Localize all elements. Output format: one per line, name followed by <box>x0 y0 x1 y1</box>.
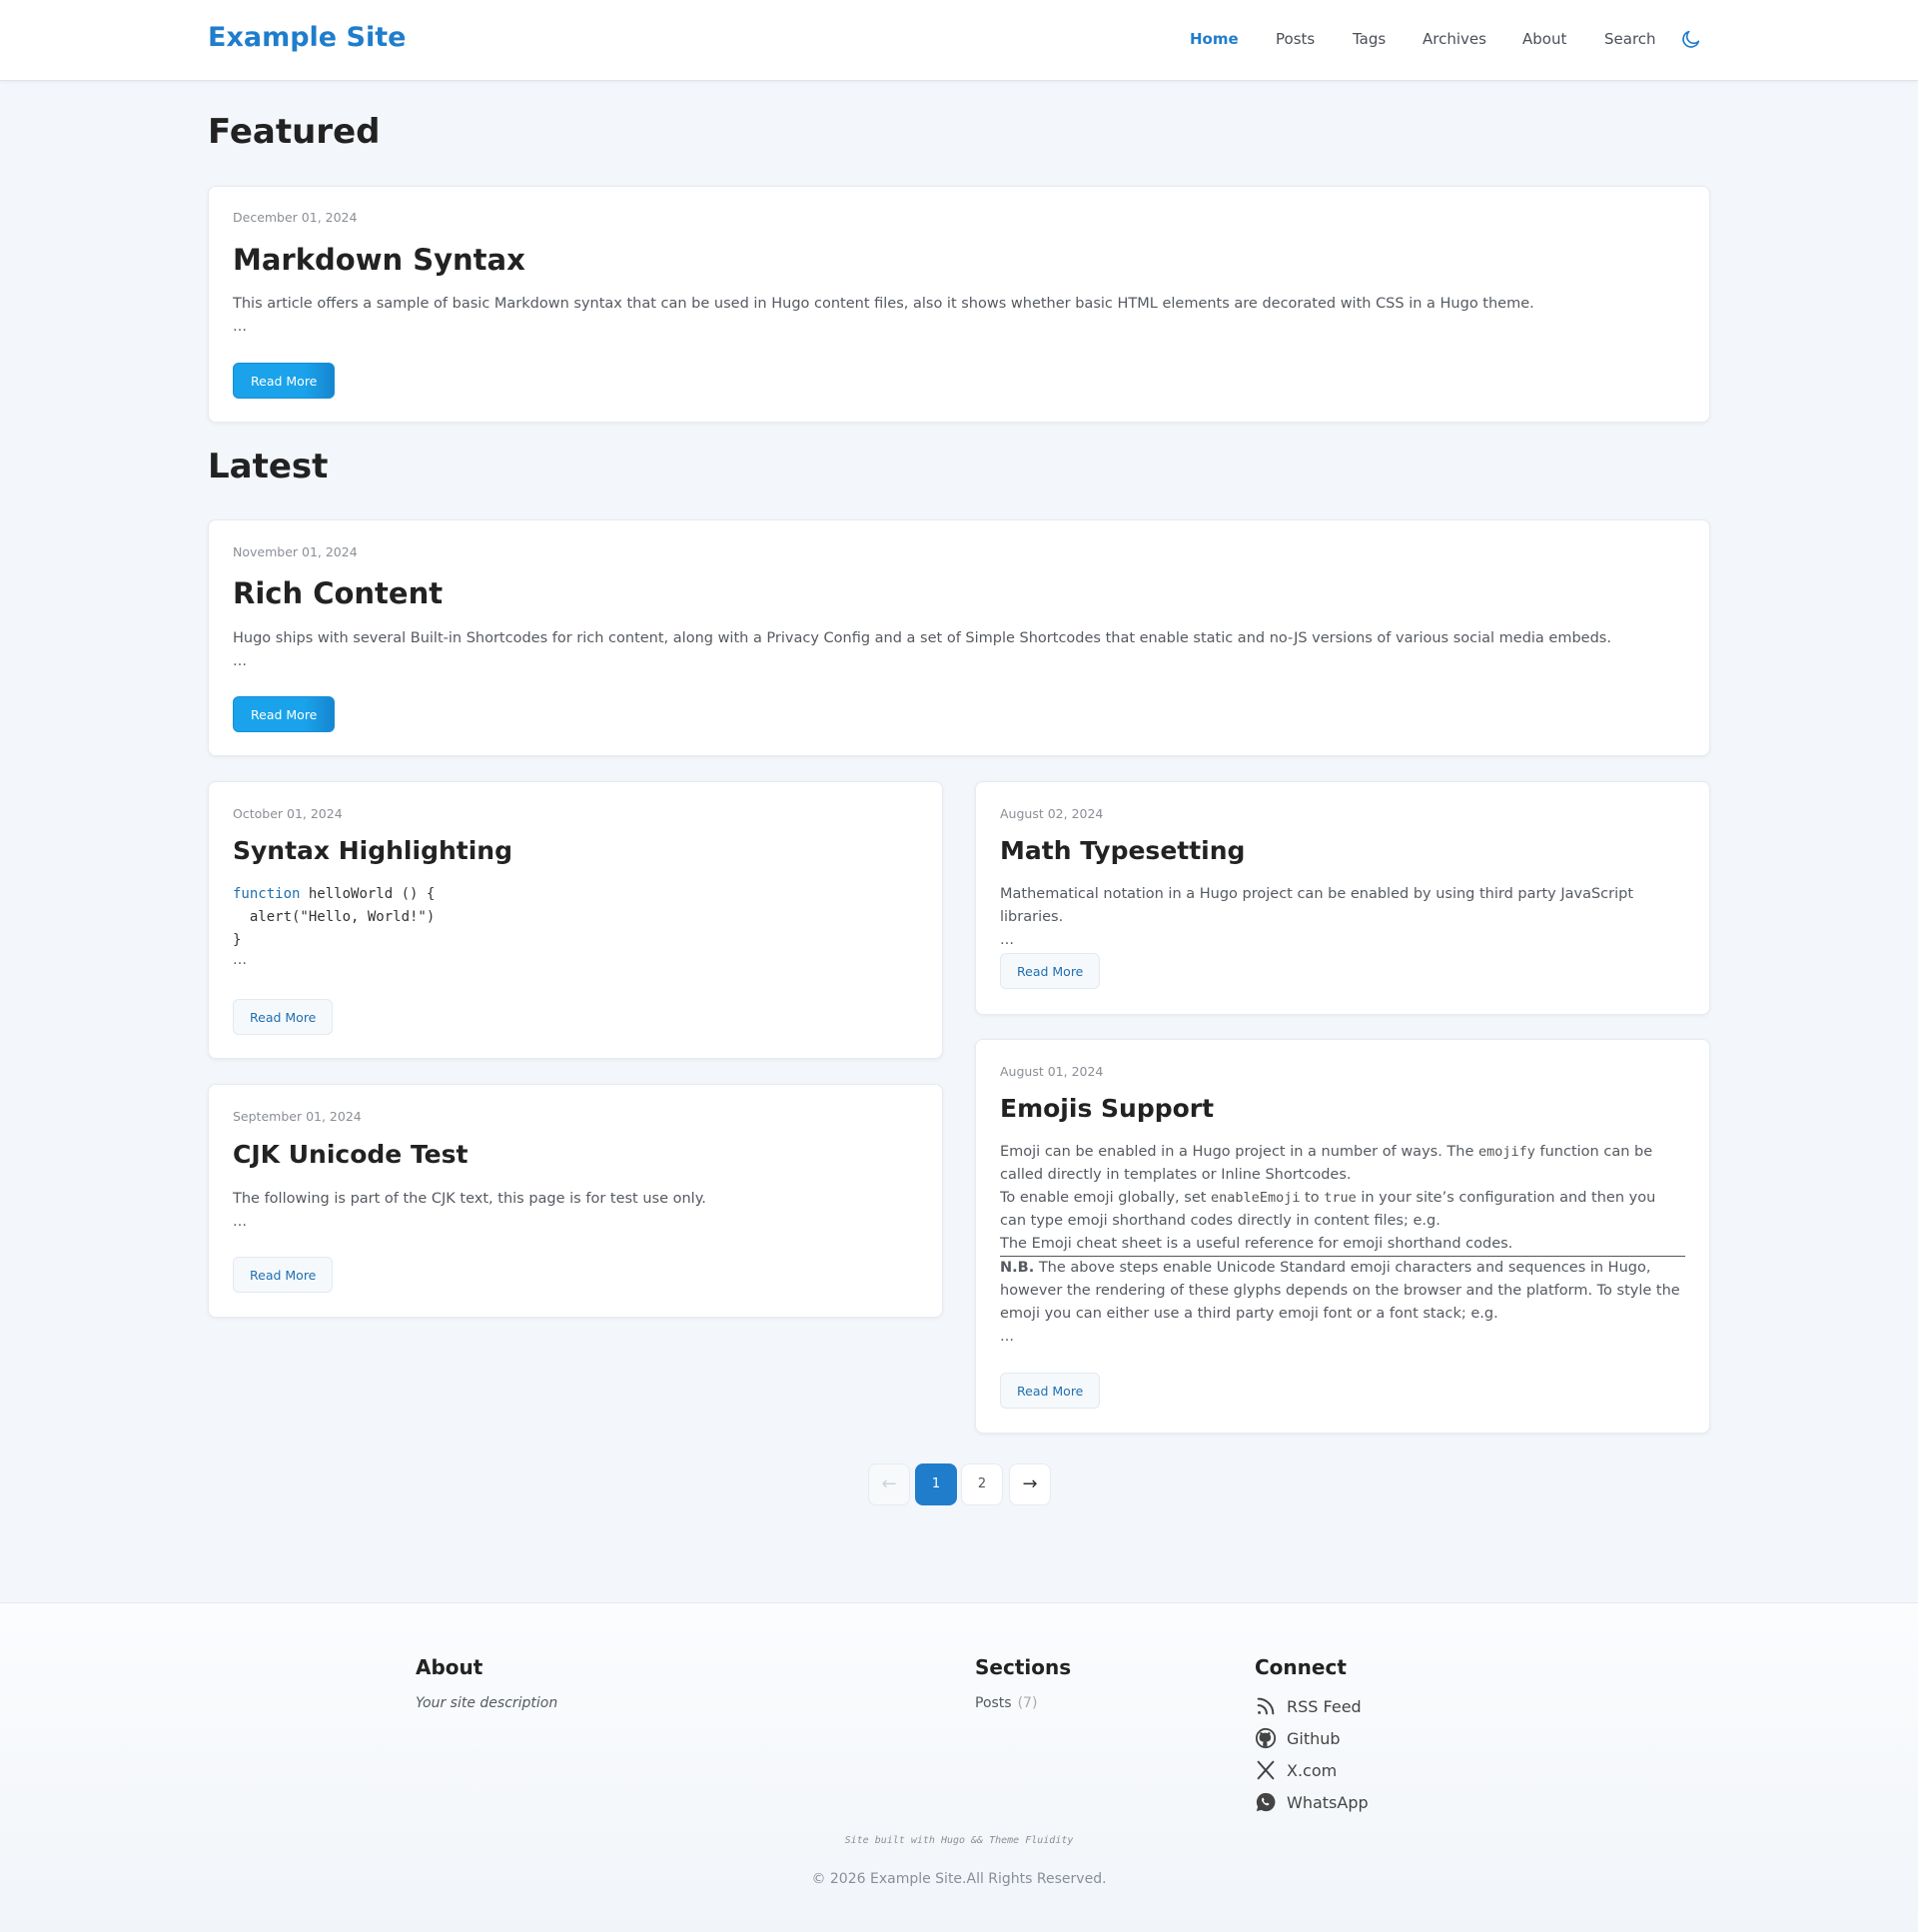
post-title[interactable]: Markdown Syntax <box>233 243 525 277</box>
footer-section-posts[interactable]: Posts (7) <box>975 1695 1037 1711</box>
text: to <box>1300 1190 1325 1206</box>
post-date: August 02, 2024 <box>1000 806 1104 821</box>
excerpt-ellipsis: … <box>233 952 247 968</box>
prev-page-button[interactable]: ← <box>868 1463 910 1505</box>
text: The above steps enable Unicode Standard … <box>1000 1260 1680 1322</box>
whatsapp-link[interactable]: WhatsApp <box>1255 1791 1369 1813</box>
link-label[interactable]: X.com <box>1287 1761 1337 1780</box>
post-excerpt: Mathematical notation in a Hugo project … <box>1000 883 1685 952</box>
copyright-text: © 2026 Example Site.All Rights Reserved. <box>811 1871 1107 1887</box>
link-label[interactable]: RSS Feed <box>1287 1697 1362 1716</box>
whatsapp-icon <box>1256 1792 1276 1812</box>
emoji-paragraph-1: Emoji can be enabled in a Hugo project i… <box>1000 1141 1685 1187</box>
excerpt-ellipsis: … <box>1000 932 1014 948</box>
nav-home[interactable]: Home <box>1190 30 1239 48</box>
excerpt-ellipsis: … <box>233 1214 247 1230</box>
github-icon <box>1255 1727 1277 1749</box>
site-header: Example Site Home Posts Tags Archives Ab… <box>0 0 1918 81</box>
featured-heading: Featured <box>208 112 381 152</box>
read-more-button[interactable]: Read More <box>233 1257 334 1293</box>
footer-connect-heading: Connect <box>1255 1655 1347 1679</box>
page-1-button[interactable]: 1 <box>915 1463 957 1505</box>
nav-archives[interactable]: Archives <box>1423 30 1486 48</box>
post-title[interactable]: Math Typesetting <box>1000 836 1245 865</box>
moon-icon[interactable] <box>1680 28 1702 50</box>
note-label: N.B. <box>1000 1260 1035 1276</box>
nav-tags[interactable]: Tags <box>1353 30 1386 48</box>
post-card: August 01, 2024 Emojis Support Emoji can… <box>975 1039 1710 1434</box>
page-2-button[interactable]: 2 <box>961 1463 1003 1505</box>
code-line-3: } <box>233 932 242 948</box>
post-date: December 01, 2024 <box>233 210 358 225</box>
emoji-paragraph-2: To enable emoji globally, set enableEmoj… <box>1000 1187 1685 1233</box>
next-page-button[interactable]: → <box>1009 1463 1051 1505</box>
inline-code: emojify <box>1478 1144 1535 1160</box>
nav-posts[interactable]: Posts <box>1276 30 1315 48</box>
inline-code: true <box>1324 1190 1357 1206</box>
read-more-button[interactable]: Read More <box>1000 953 1101 989</box>
read-more-button[interactable]: Read More <box>233 999 334 1035</box>
code-line-2: alert("Hello, World!") <box>233 909 436 925</box>
read-more-button[interactable]: Read More <box>1000 1373 1101 1409</box>
built-with-text: Site built with Hugo && Theme Fluidity <box>844 1835 1074 1846</box>
post-card: December 01, 2024 Markdown Syntax This a… <box>208 186 1710 423</box>
post-excerpt: Hugo ships with several Built-in Shortco… <box>233 627 1685 673</box>
post-card: November 01, 2024 Rich Content Hugo ship… <box>208 519 1710 756</box>
excerpt-text: This article offers a sample of basic Ma… <box>233 296 1534 312</box>
footer-about-desc: Your site description <box>416 1695 558 1711</box>
post-title[interactable]: Rich Content <box>233 576 443 610</box>
excerpt-text: The following is part of the CJK text, t… <box>233 1191 706 1207</box>
post-date: September 01, 2024 <box>233 1109 362 1124</box>
excerpt-ellipsis: … <box>1000 1329 1014 1345</box>
emoji-paragraph-4: N.B. The above steps enable Unicode Stan… <box>1000 1257 1685 1326</box>
section-label[interactable]: Posts <box>975 1695 1012 1711</box>
post-title[interactable]: Syntax Highlighting <box>233 836 512 865</box>
post-excerpt: Emoji can be enabled in a Hugo project i… <box>1000 1141 1685 1349</box>
post-excerpt: The following is part of the CJK text, t… <box>233 1188 918 1234</box>
post-date: October 01, 2024 <box>233 806 343 821</box>
site-logo[interactable]: Example Site <box>208 22 406 53</box>
emoji-paragraph-3: The Emoji cheat sheet is a useful refere… <box>1000 1233 1685 1257</box>
post-title[interactable]: CJK Unicode Test <box>233 1140 468 1169</box>
nav-about[interactable]: About <box>1522 30 1566 48</box>
rss-icon <box>1257 1697 1275 1715</box>
post-card: September 01, 2024 CJK Unicode Test The … <box>208 1084 943 1318</box>
code-snippet: function helloWorld () { alert("Hello, W… <box>233 883 435 952</box>
read-more-button[interactable]: Read More <box>233 363 336 399</box>
read-more-button[interactable]: Read More <box>233 696 336 732</box>
rss-feed-link[interactable]: RSS Feed <box>1255 1695 1362 1717</box>
footer-sections-heading: Sections <box>975 1655 1072 1679</box>
post-date: August 01, 2024 <box>1000 1064 1104 1079</box>
excerpt-text: Hugo ships with several Built-in Shortco… <box>233 630 1611 646</box>
section-count: (7) <box>1017 1695 1038 1711</box>
inline-code: enableEmoji <box>1211 1190 1301 1206</box>
post-card: August 02, 2024 Math Typesetting Mathema… <box>975 781 1710 1015</box>
code-line-1: helloWorld () { <box>300 886 436 902</box>
link-label[interactable]: WhatsApp <box>1287 1793 1369 1812</box>
text: Emoji can be enabled in a Hugo project i… <box>1000 1144 1478 1160</box>
post-title[interactable]: Emojis Support <box>1000 1094 1214 1123</box>
text: To enable emoji globally, set <box>1000 1190 1212 1206</box>
site-footer: About Your site description Sections Pos… <box>0 1602 1918 1932</box>
code-keyword: function <box>233 886 301 902</box>
excerpt-ellipsis: … <box>233 319 247 335</box>
excerpt-text: Mathematical notation in a Hugo project … <box>1000 886 1634 925</box>
post-card: October 01, 2024 Syntax Highlighting fun… <box>208 781 943 1059</box>
post-date: November 01, 2024 <box>233 544 358 559</box>
x-icon <box>1257 1760 1275 1780</box>
latest-heading: Latest <box>208 447 329 486</box>
github-link[interactable]: Github <box>1255 1727 1341 1749</box>
nav-search[interactable]: Search <box>1604 30 1656 48</box>
footer-about-heading: About <box>416 1655 483 1679</box>
link-label[interactable]: Github <box>1287 1729 1341 1748</box>
post-excerpt: This article offers a sample of basic Ma… <box>233 293 1685 339</box>
excerpt-ellipsis: … <box>233 653 247 669</box>
x-link[interactable]: X.com <box>1255 1759 1337 1781</box>
